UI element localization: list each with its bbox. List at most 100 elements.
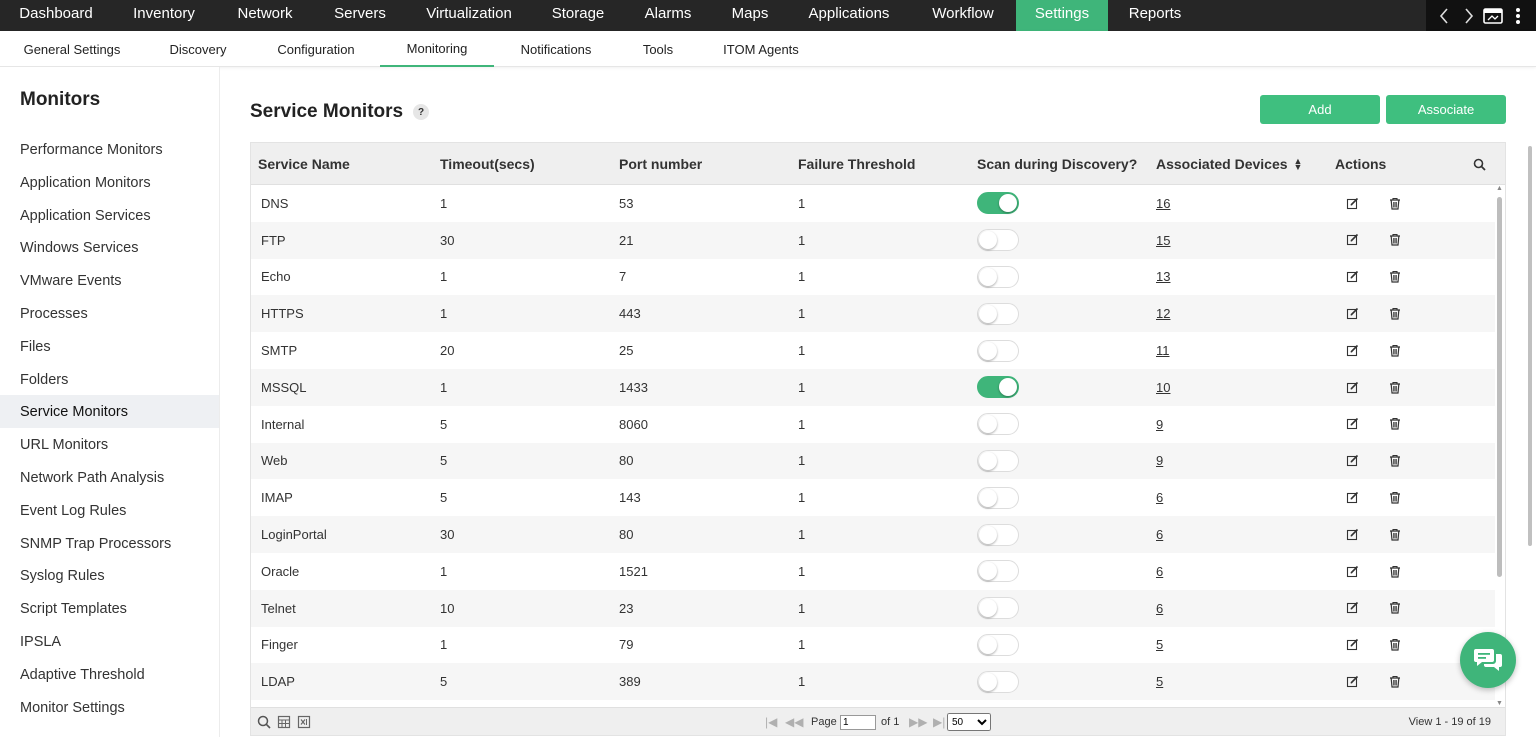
associated-devices-link[interactable]: 15 [1156, 233, 1170, 248]
sidebar-item-processes[interactable]: Processes [0, 297, 219, 330]
edit-icon[interactable] [1343, 599, 1361, 617]
nav-virtualization[interactable]: Virtualization [406, 0, 532, 27]
sidebar-item-application-monitors[interactable]: Application Monitors [0, 166, 219, 199]
chevron-right-icon[interactable] [1458, 5, 1480, 27]
scan-toggle[interactable] [977, 597, 1019, 620]
associated-devices-link[interactable]: 11 [1156, 343, 1170, 358]
nav-maps[interactable]: Maps [712, 0, 788, 27]
sidebar-item-url-monitors[interactable]: URL Monitors [0, 428, 219, 461]
scan-toggle[interactable] [977, 633, 1019, 656]
edit-icon[interactable] [1343, 488, 1361, 506]
subnav-discovery[interactable]: Discovery [156, 31, 240, 67]
scan-toggle[interactable] [977, 229, 1019, 252]
nav-applications[interactable]: Applications [788, 0, 910, 27]
delete-icon[interactable] [1386, 378, 1404, 396]
edit-icon[interactable] [1343, 378, 1361, 396]
chat-button[interactable] [1460, 632, 1516, 688]
help-icon[interactable]: ? [413, 104, 430, 120]
window-icon[interactable] [1482, 5, 1504, 27]
sidebar-item-snmp-trap-processors[interactable]: SNMP Trap Processors [0, 527, 219, 560]
search-icon[interactable] [1473, 143, 1486, 185]
scan-toggle[interactable] [977, 486, 1019, 509]
sidebar-item-windows-services[interactable]: Windows Services [0, 231, 219, 264]
sidebar-item-monitor-settings[interactable]: Monitor Settings [0, 691, 219, 724]
last-page-icon[interactable]: ▶| [933, 708, 945, 736]
nav-dashboard[interactable]: Dashboard [0, 0, 112, 27]
prev-page-icon[interactable]: ◀◀ [785, 708, 803, 736]
associated-devices-link[interactable]: 9 [1156, 417, 1163, 432]
first-page-icon[interactable]: |◀ [765, 708, 777, 736]
scan-toggle[interactable] [977, 339, 1019, 362]
export-excel-icon[interactable] [297, 708, 311, 736]
sidebar-item-syslog-rules[interactable]: Syslog Rules [0, 559, 219, 592]
sidebar-item-vmware-events[interactable]: VMware Events [0, 264, 219, 297]
delete-icon[interactable] [1386, 231, 1404, 249]
subnav-tools[interactable]: Tools [630, 31, 686, 67]
header-failure-threshold[interactable]: Failure Threshold [798, 143, 915, 185]
add-button[interactable]: Add [1260, 95, 1380, 124]
nav-reports[interactable]: Reports [1108, 0, 1202, 27]
sidebar-item-network-path-analysis[interactable]: Network Path Analysis [0, 461, 219, 494]
column-chooser-icon[interactable] [277, 708, 291, 736]
page-scrollbar[interactable] [1526, 132, 1534, 552]
delete-icon[interactable] [1386, 268, 1404, 286]
associate-button[interactable]: Associate [1386, 95, 1506, 124]
scan-toggle[interactable] [977, 265, 1019, 288]
scan-toggle[interactable] [977, 302, 1019, 325]
nav-workflow[interactable]: Workflow [910, 0, 1016, 27]
associated-devices-link[interactable]: 9 [1156, 453, 1163, 468]
delete-icon[interactable] [1386, 341, 1404, 359]
edit-icon[interactable] [1343, 562, 1361, 580]
table-scrollbar[interactable]: ▲ ▼ [1495, 185, 1504, 707]
associated-devices-link[interactable]: 6 [1156, 527, 1163, 542]
nav-storage[interactable]: Storage [532, 0, 624, 27]
header-scan-during-discovery[interactable]: Scan during Discovery? [977, 143, 1137, 185]
subnav-configuration[interactable]: Configuration [264, 31, 368, 67]
delete-icon[interactable] [1386, 525, 1404, 543]
sidebar-item-files[interactable]: Files [0, 330, 219, 363]
delete-icon[interactable] [1386, 452, 1404, 470]
page-size-select[interactable]: 50 [947, 713, 991, 731]
edit-icon[interactable] [1343, 452, 1361, 470]
delete-icon[interactable] [1386, 562, 1404, 580]
sidebar-item-ipsla[interactable]: IPSLA [0, 625, 219, 658]
associated-devices-link[interactable]: 6 [1156, 490, 1163, 505]
delete-icon[interactable] [1386, 304, 1404, 322]
scan-toggle[interactable] [977, 376, 1019, 399]
associated-devices-link[interactable]: 6 [1156, 564, 1163, 579]
edit-icon[interactable] [1343, 636, 1361, 654]
nav-alarms[interactable]: Alarms [624, 0, 712, 27]
associated-devices-link[interactable]: 16 [1156, 196, 1170, 211]
sidebar-item-application-services[interactable]: Application Services [0, 199, 219, 232]
sidebar-item-event-log-rules[interactable]: Event Log Rules [0, 494, 219, 527]
header-timeout[interactable]: Timeout(secs) [440, 143, 535, 185]
sidebar-item-adaptive-threshold[interactable]: Adaptive Threshold [0, 658, 219, 691]
chevron-left-icon[interactable] [1433, 5, 1455, 27]
associated-devices-link[interactable]: 10 [1156, 380, 1170, 395]
edit-icon[interactable] [1343, 341, 1361, 359]
more-vertical-icon[interactable] [1507, 5, 1529, 27]
scan-toggle[interactable] [977, 523, 1019, 546]
sidebar-item-service-monitors[interactable]: Service Monitors [0, 395, 219, 428]
scan-toggle[interactable] [977, 560, 1019, 583]
edit-icon[interactable] [1343, 194, 1361, 212]
header-port[interactable]: Port number [619, 143, 702, 185]
sort-icon[interactable]: ▲ ▼ [1294, 157, 1303, 172]
nav-network[interactable]: Network [216, 0, 314, 27]
associated-devices-link[interactable]: 13 [1156, 269, 1170, 284]
nav-settings[interactable]: Settings [1016, 0, 1108, 31]
sidebar-item-performance-monitors[interactable]: Performance Monitors [0, 133, 219, 166]
edit-icon[interactable] [1343, 525, 1361, 543]
edit-icon[interactable] [1343, 672, 1361, 690]
next-page-icon[interactable]: ▶▶ [909, 708, 927, 736]
scan-toggle[interactable] [977, 413, 1019, 436]
delete-icon[interactable] [1386, 194, 1404, 212]
associated-devices-link[interactable]: 6 [1156, 601, 1163, 616]
delete-icon[interactable] [1386, 636, 1404, 654]
subnav-monitoring[interactable]: Monitoring [380, 31, 494, 67]
scan-toggle[interactable] [977, 449, 1019, 472]
associated-devices-link[interactable]: 5 [1156, 637, 1163, 652]
header-associated-devices[interactable]: Associated Devices ▲ ▼ [1156, 143, 1302, 185]
delete-icon[interactable] [1386, 415, 1404, 433]
sidebar-item-folders[interactable]: Folders [0, 363, 219, 396]
